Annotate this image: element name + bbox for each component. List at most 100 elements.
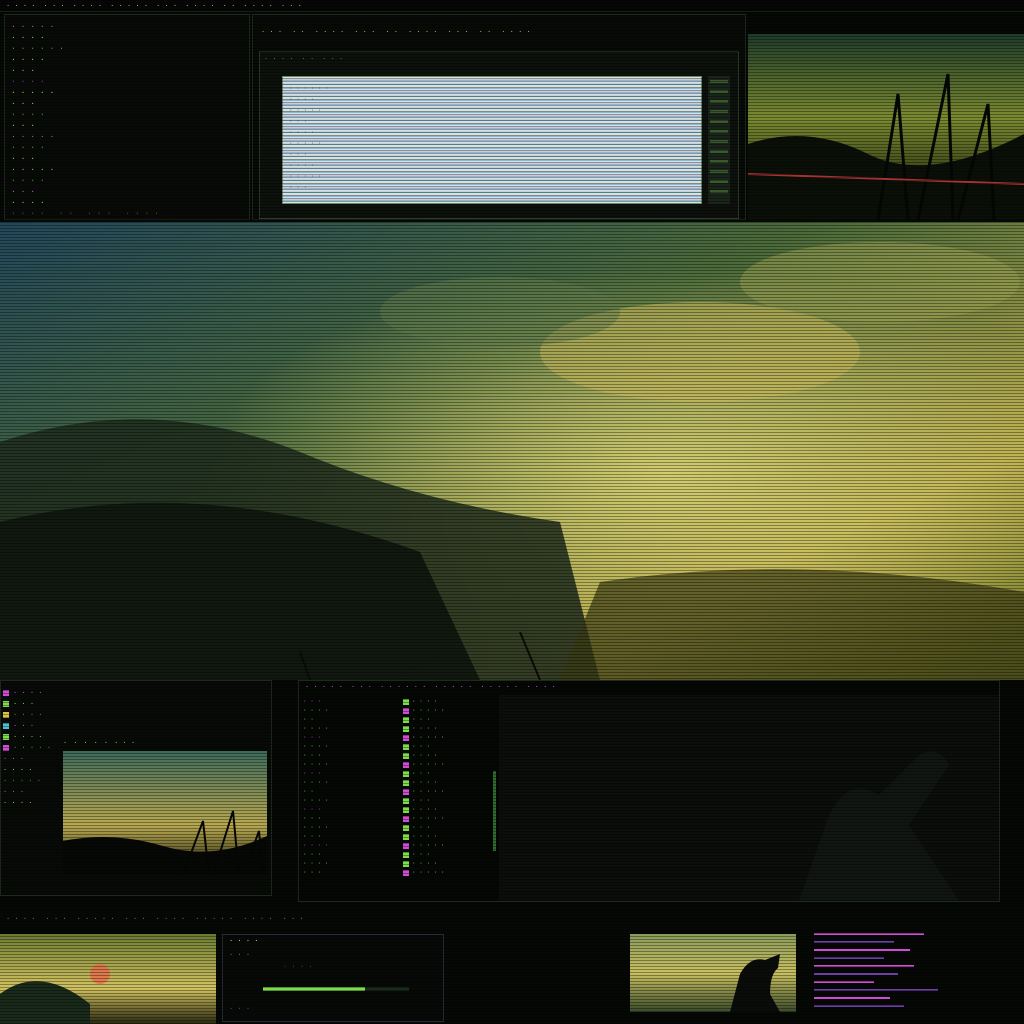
panel-item[interactable]: · · · xyxy=(44,2,65,10)
outline-row[interactable]: · · · · xyxy=(303,796,399,805)
scrollbar[interactable] xyxy=(708,76,730,204)
panel-item[interactable]: · · · xyxy=(156,2,177,10)
menu-item[interactable]: · · xyxy=(479,28,492,36)
taskbar-item[interactable]: · · · · xyxy=(243,915,273,923)
file-row[interactable]: · · · · xyxy=(403,832,493,841)
file-row[interactable]: · · · xyxy=(403,769,493,778)
editor-header-item[interactable]: · · · · · xyxy=(305,683,343,691)
menu-item[interactable]: · · xyxy=(385,28,398,36)
outline-row[interactable]: · · xyxy=(303,715,399,724)
file-row[interactable]: · · · · xyxy=(403,751,493,760)
taskbar-item[interactable]: · · · · · xyxy=(195,915,233,923)
file-row[interactable]: · · · · · xyxy=(403,841,493,850)
document-view[interactable]: · · · · · · · · · · · · · · · · · · · · · · ·… xyxy=(282,76,702,204)
editor-window[interactable]: · · · · · · · · · · · · · · · · · · · · · · … xyxy=(298,680,1000,902)
file-row[interactable]: · · · xyxy=(403,796,493,805)
panel-item[interactable]: · · · · xyxy=(243,2,273,10)
file-row[interactable]: · · · · · xyxy=(403,760,493,769)
panel-item[interactable]: · · · · · xyxy=(110,2,148,10)
outline-row[interactable]: · · · · xyxy=(303,760,399,769)
outline-row[interactable]: · · · xyxy=(303,697,399,706)
menu-item[interactable]: · · xyxy=(292,28,305,36)
terminal-footer-item[interactable]: · · xyxy=(59,208,73,219)
menu-item[interactable]: · · · xyxy=(448,28,469,36)
outline-row[interactable]: · · · · xyxy=(303,724,399,733)
sidebar-item[interactable]: · · · · xyxy=(3,687,61,698)
file-row[interactable]: · · · · xyxy=(403,805,493,814)
media-player-window[interactable]: · · · · · · · · · · · · · · xyxy=(222,934,444,1022)
editor-header-item[interactable]: · · · · · · xyxy=(380,683,426,691)
outline-row[interactable]: · · · · xyxy=(303,742,399,751)
panel-item[interactable]: · · · · xyxy=(185,2,215,10)
panel-item[interactable]: · · · xyxy=(281,2,302,10)
outline-row[interactable]: · · xyxy=(303,787,399,796)
sidebar-item[interactable]: · · · xyxy=(3,786,61,797)
menu-item[interactable]: · · · xyxy=(261,28,282,36)
terminal-footer-item[interactable]: · · · · xyxy=(125,208,159,219)
sidebar-item[interactable]: · · · xyxy=(3,698,61,709)
menu-item[interactable]: · · · · xyxy=(408,28,438,36)
inner-tab[interactable]: · · · · xyxy=(264,55,294,63)
menu-item[interactable]: · · · xyxy=(354,28,375,36)
outline-row[interactable]: · · · xyxy=(303,769,399,778)
inner-window[interactable]: · · · · · · · · · · · · · · · · · · · · · · … xyxy=(259,51,739,219)
terminal-window[interactable]: · · · · · · · · · · · · · · · · · · · · · · ·… xyxy=(4,14,250,220)
file-row[interactable]: · · · · xyxy=(403,724,493,733)
terminal-footer-item[interactable]: · · · xyxy=(87,208,111,219)
toolbar-button[interactable]: · xyxy=(63,739,67,747)
taskbar-item[interactable]: · · · · xyxy=(156,915,186,923)
file-row[interactable]: · · · · · xyxy=(403,868,493,877)
outline-row[interactable]: · · · xyxy=(303,814,399,823)
editor-canvas[interactable] xyxy=(499,695,999,901)
media-progress-bar[interactable] xyxy=(263,987,409,991)
inner-tab[interactable]: · · xyxy=(302,55,315,63)
file-row[interactable]: · · · xyxy=(403,850,493,859)
editor-header-item[interactable]: · · · · xyxy=(526,683,556,691)
outline-row[interactable]: · · · · xyxy=(303,841,399,850)
toolbar-button[interactable]: · xyxy=(104,739,108,747)
outline-row[interactable]: · · · · xyxy=(303,778,399,787)
toolbar-button[interactable]: · xyxy=(94,739,98,747)
menu-item[interactable]: · · · · xyxy=(501,28,531,36)
sidebar-item[interactable]: · · · xyxy=(3,720,61,731)
sidebar-item[interactable]: · · · · xyxy=(3,731,61,742)
toolbar-button[interactable]: · · · xyxy=(114,739,135,747)
outline-row[interactable]: · · · · xyxy=(303,823,399,832)
panel-item[interactable]: · · · · xyxy=(6,2,36,10)
media-controls[interactable]: · · · xyxy=(229,1005,250,1013)
sidebar-item[interactable]: · · · · · xyxy=(3,742,61,753)
taskbar-item[interactable]: · · · xyxy=(46,915,67,923)
file-row[interactable]: · · · xyxy=(403,715,493,724)
outline-row[interactable]: · · · xyxy=(303,850,399,859)
file-row[interactable]: · · · · xyxy=(403,778,493,787)
outline-row[interactable]: · · · · xyxy=(303,859,399,868)
browser-window[interactable]: · · · · · · · · · · · · · · · · · · · · · · · · … xyxy=(252,14,746,220)
file-row[interactable]: · · · · · xyxy=(403,733,493,742)
sidebar-item[interactable]: · · · · xyxy=(3,764,61,775)
editor-header-item[interactable]: · · · xyxy=(351,683,372,691)
toolbar-button[interactable]: · xyxy=(83,739,87,747)
outline-row[interactable]: · · · · xyxy=(303,706,399,715)
file-row[interactable]: · · · · xyxy=(403,859,493,868)
file-row[interactable]: · · · · xyxy=(403,697,493,706)
menu-item[interactable]: · · · · xyxy=(315,28,345,36)
file-row[interactable]: · · · · · xyxy=(403,814,493,823)
outline-row[interactable]: · · · xyxy=(303,832,399,841)
outline-row[interactable]: · · · xyxy=(303,733,399,742)
panel-item[interactable]: · · xyxy=(223,2,236,10)
taskbar-item[interactable]: · · · · · xyxy=(77,915,115,923)
toolbar-button[interactable]: · xyxy=(73,739,77,747)
editor-scrollbar[interactable] xyxy=(493,771,496,851)
taskbar-item[interactable]: · · · xyxy=(125,915,146,923)
sidebar-item[interactable]: · · · · xyxy=(3,797,61,808)
file-row[interactable]: · · · xyxy=(403,742,493,751)
sidebar-item[interactable]: · · · · xyxy=(3,709,61,720)
outline-row[interactable]: · · · xyxy=(303,805,399,814)
outline-row[interactable]: · · · xyxy=(303,751,399,760)
editor-header-item[interactable]: · · · · · xyxy=(434,683,472,691)
outline-row[interactable]: · · · xyxy=(303,868,399,877)
editor-header-item[interactable]: · · · · · xyxy=(480,683,518,691)
file-row[interactable]: · · · xyxy=(403,823,493,832)
panel-item[interactable]: · · · · xyxy=(73,2,103,10)
file-row[interactable]: · · · · · xyxy=(403,787,493,796)
